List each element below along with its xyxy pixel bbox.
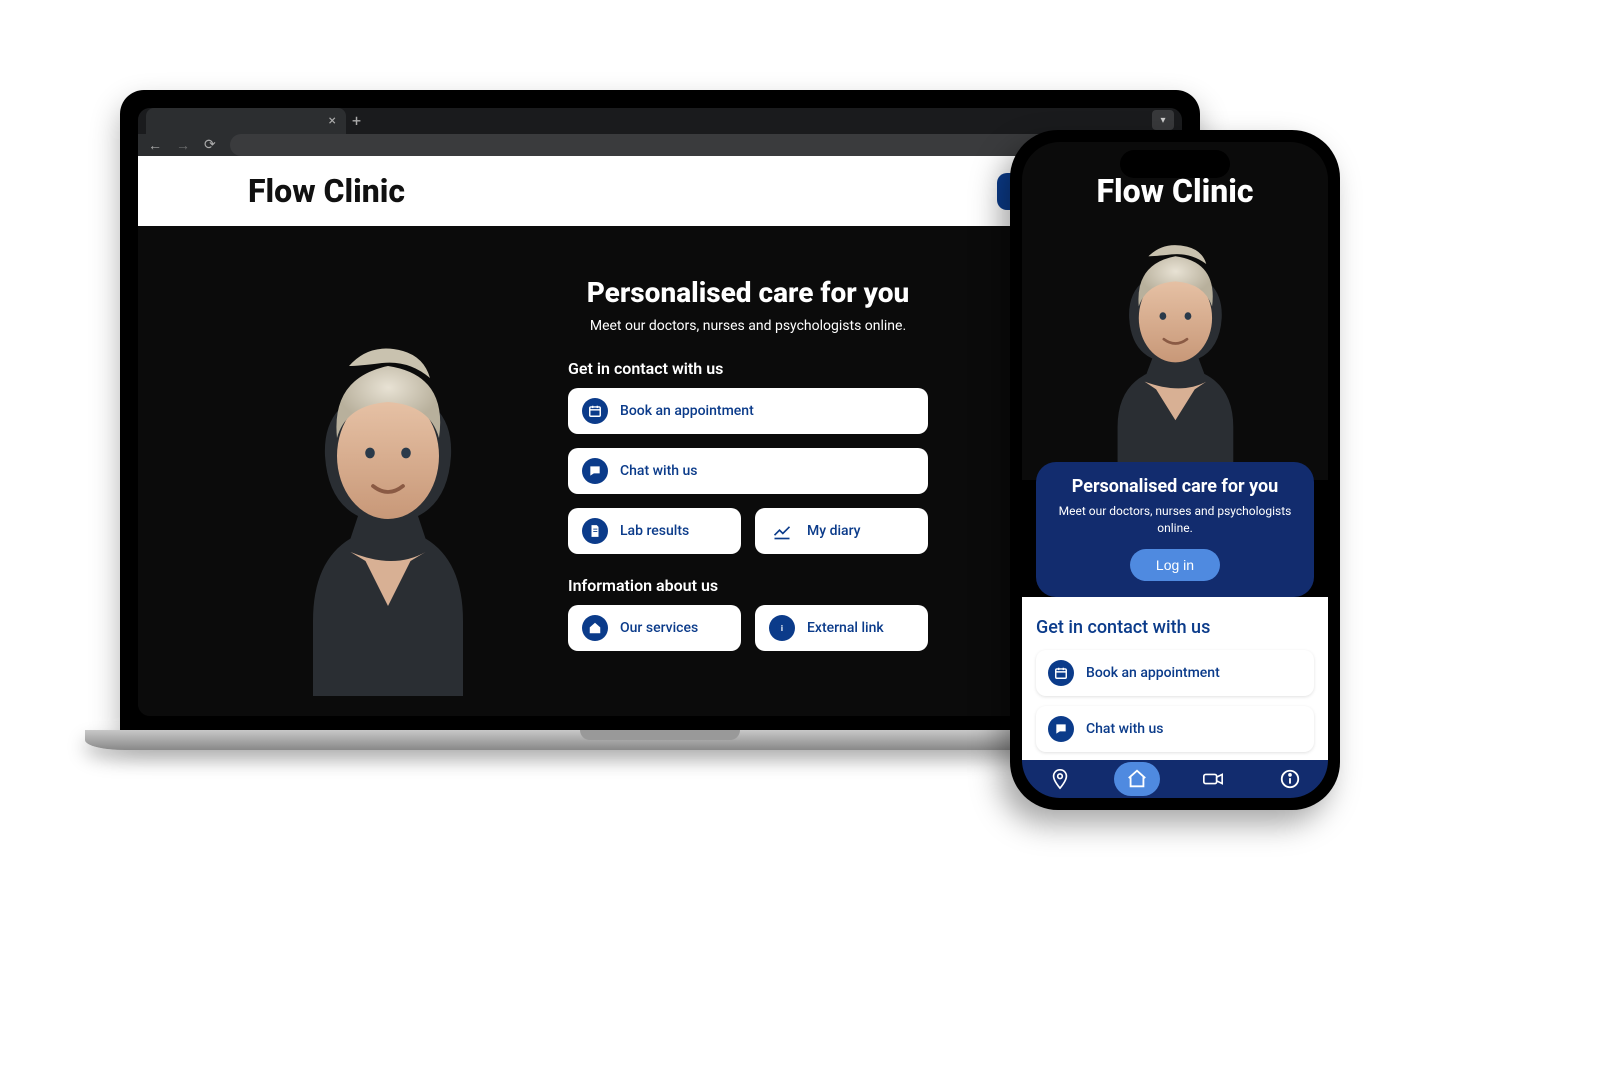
card-label: Book an appointment — [1086, 665, 1220, 681]
phone-viewport: Flow Clinic Per — [1022, 142, 1328, 798]
tab-video[interactable] — [1190, 762, 1236, 796]
chat-button[interactable]: Chat with us — [1036, 706, 1314, 752]
phone-notch — [1120, 150, 1230, 178]
hero-title: Personalised care for you — [568, 276, 928, 309]
our-services-button[interactable]: Our services — [568, 605, 741, 651]
card-label: Lab results — [620, 523, 689, 539]
contact-heading: Get in contact with us — [568, 359, 928, 378]
forward-icon[interactable]: → — [176, 137, 190, 154]
hero-title: Personalised care for you — [1052, 476, 1298, 497]
reload-icon[interactable]: ⟳ — [204, 137, 216, 153]
phone-tabbar — [1022, 760, 1328, 798]
chevron-down-icon: ▾ — [1160, 115, 1165, 126]
browser-tab[interactable]: × — [146, 108, 346, 134]
phone-device: Flow Clinic Per — [1010, 130, 1340, 810]
card-label: Book an appointment — [620, 403, 754, 419]
phone-intro-card: Personalised care for you Meet our docto… — [1036, 462, 1314, 597]
document-icon — [582, 518, 608, 544]
book-appointment-button[interactable]: Book an appointment — [568, 388, 928, 434]
calendar-icon — [1048, 660, 1074, 686]
brand-logo: Flow Clinic — [248, 172, 405, 210]
card-label: My diary — [807, 523, 861, 539]
doctor-portrait — [1042, 210, 1308, 480]
hero-content: Personalised care for you Meet our docto… — [568, 276, 928, 716]
back-icon[interactable]: ← — [148, 137, 162, 154]
tab-info[interactable] — [1267, 762, 1313, 796]
chart-icon — [769, 518, 795, 544]
lab-results-button[interactable]: Lab results — [568, 508, 741, 554]
tab-locations[interactable] — [1037, 762, 1083, 796]
home-icon — [582, 615, 608, 641]
chat-icon — [582, 458, 608, 484]
phone-body: Get in contact with us Book an appointme… — [1022, 597, 1328, 760]
svg-text:i: i — [781, 623, 783, 633]
external-link-button[interactable]: i External link — [755, 605, 928, 651]
doctor-portrait — [238, 276, 538, 716]
info-icon: i — [769, 615, 795, 641]
close-icon[interactable]: × — [329, 113, 336, 129]
new-tab-button[interactable]: + — [352, 111, 361, 130]
tabs-menu-button[interactable]: ▾ — [1152, 110, 1174, 130]
hero-subtitle: Meet our doctors, nurses and psychologis… — [1052, 503, 1298, 537]
address-bar[interactable]: ☆ — [230, 134, 1140, 156]
browser-tab-strip: × + ▾ — [138, 108, 1182, 134]
tab-home[interactable] — [1114, 762, 1160, 796]
card-label: External link — [807, 620, 884, 636]
chat-button[interactable]: Chat with us — [568, 448, 928, 494]
login-button[interactable]: Log in — [1130, 549, 1220, 581]
hero-subtitle: Meet our doctors, nurses and psychologis… — [568, 317, 928, 337]
card-label: Our services — [620, 620, 698, 636]
phone-hero: Flow Clinic — [1022, 142, 1328, 480]
calendar-icon — [582, 398, 608, 424]
chat-icon — [1048, 716, 1074, 742]
info-heading: Information about us — [568, 576, 928, 595]
card-label: Chat with us — [1086, 721, 1163, 737]
book-appointment-button[interactable]: Book an appointment — [1036, 650, 1314, 696]
card-label: Chat with us — [620, 463, 697, 479]
contact-heading: Get in contact with us — [1036, 617, 1314, 638]
my-diary-button[interactable]: My diary — [755, 508, 928, 554]
